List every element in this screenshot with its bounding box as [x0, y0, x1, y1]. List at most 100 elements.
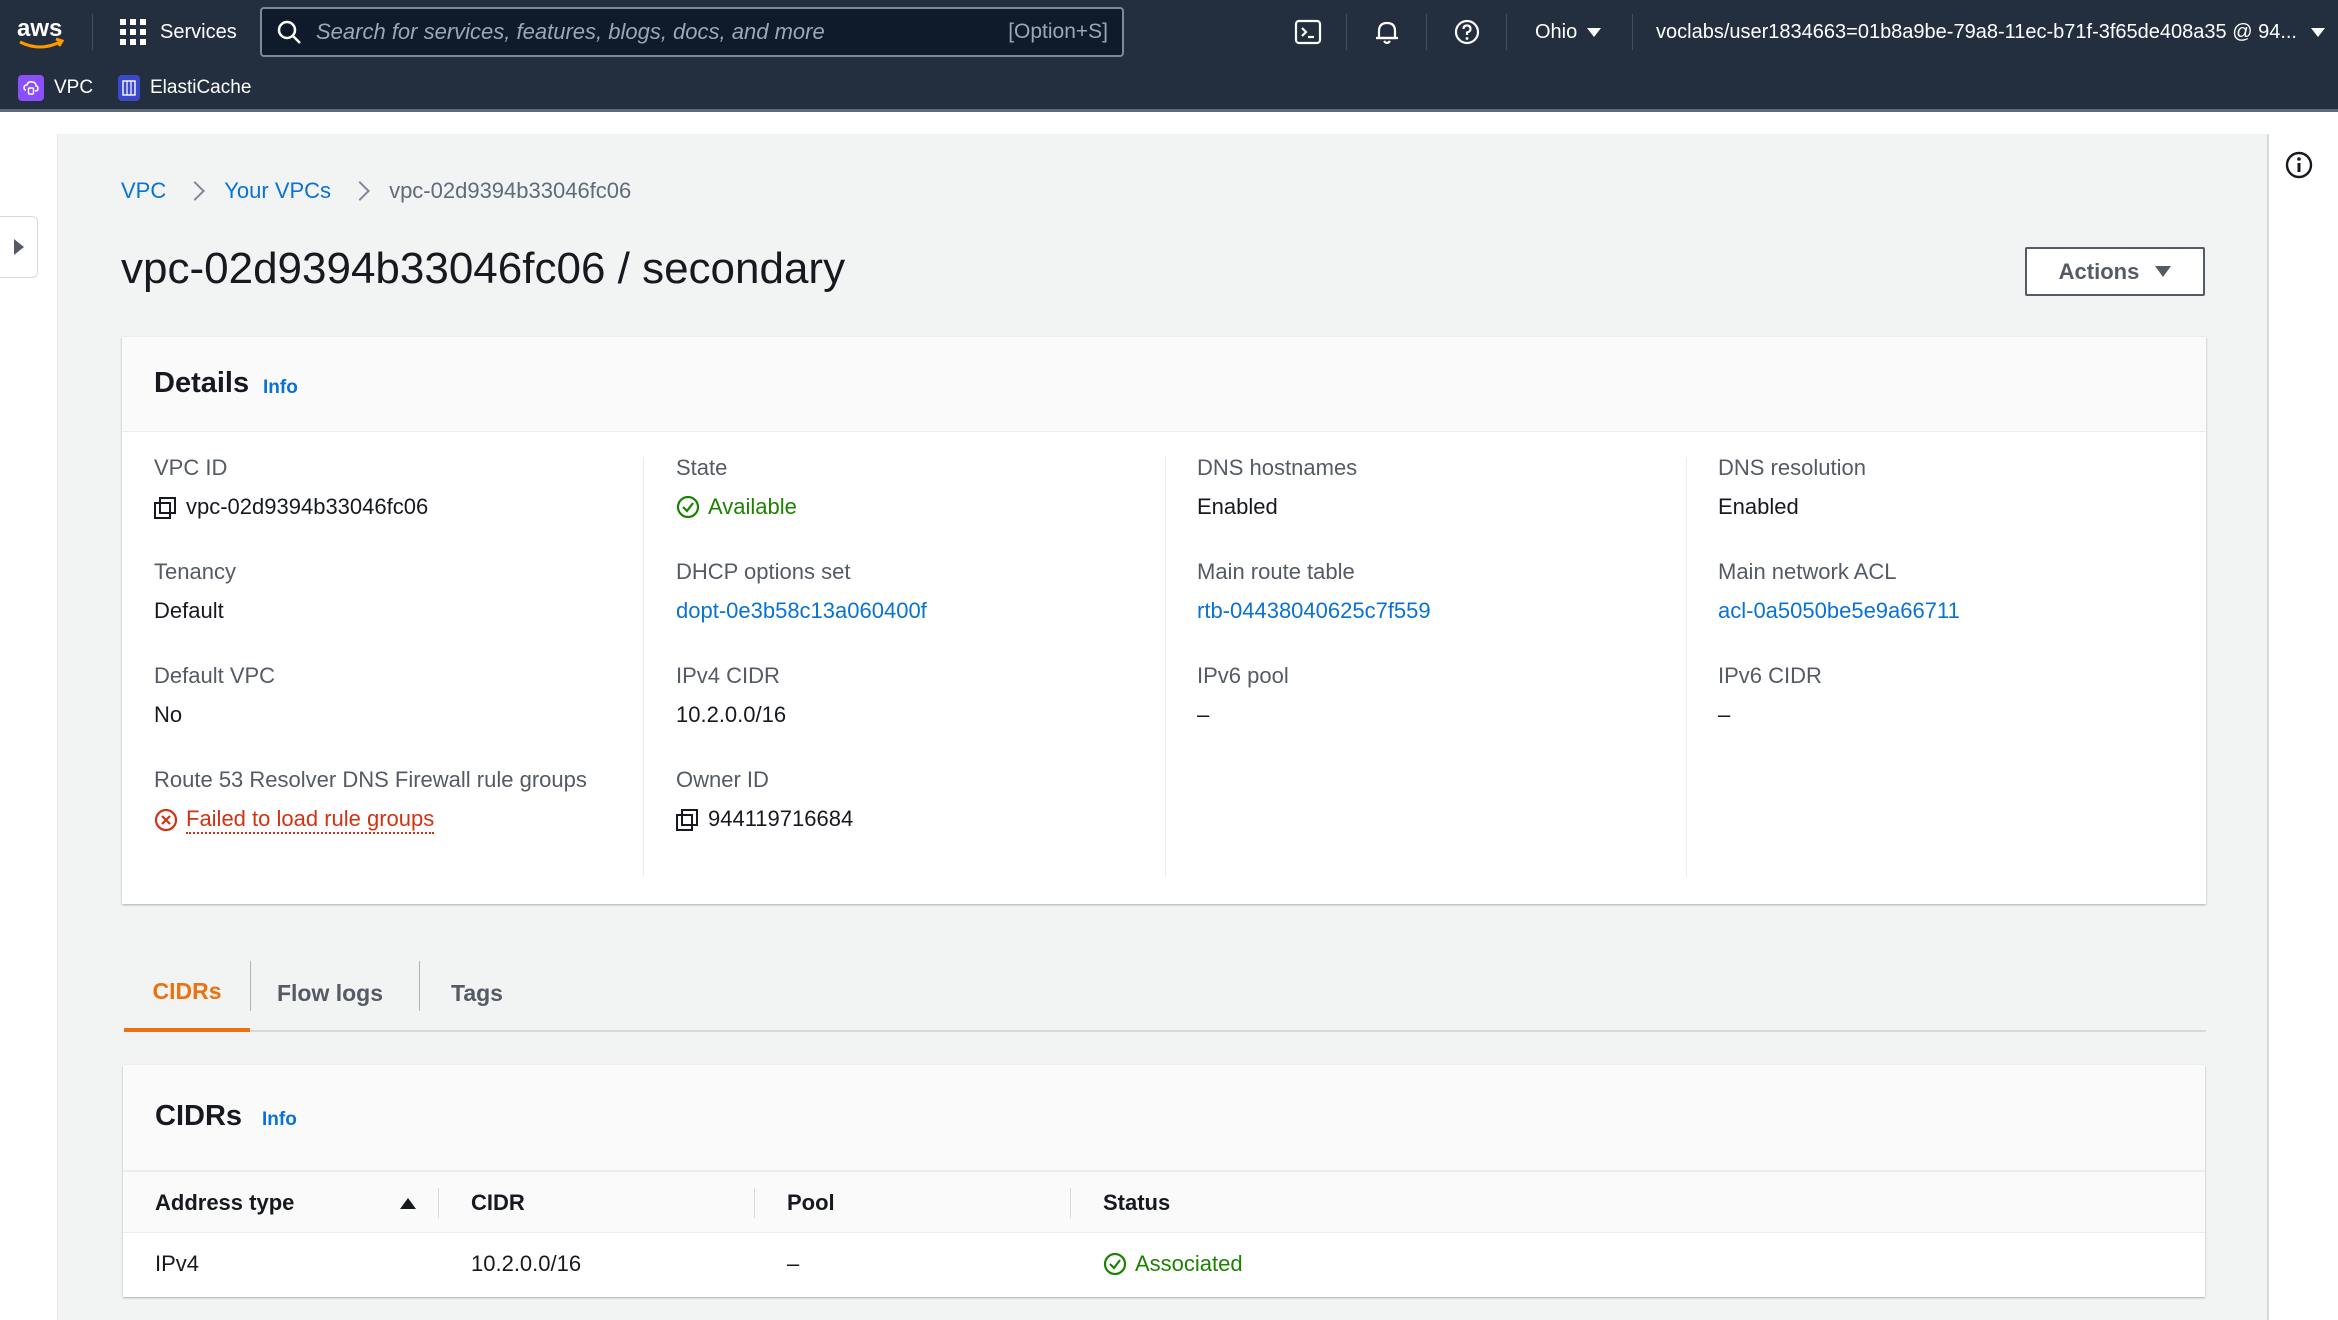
- status-value: Associated: [1135, 1251, 1243, 1276]
- dhcp-link[interactable]: dopt-0e3b58c13a060400f: [676, 598, 927, 624]
- state-value: Available: [708, 494, 797, 519]
- actions-button[interactable]: Actions: [2025, 247, 2205, 296]
- main-route-table-field: Main route table rtb-04438040625c7f559: [1197, 559, 1431, 624]
- side-navigation-toggle[interactable]: [0, 216, 38, 278]
- search-bar[interactable]: [Option+S]: [260, 7, 1124, 57]
- favorite-elasticache[interactable]: ElastiCache: [118, 74, 251, 102]
- bell-icon[interactable]: [1369, 14, 1405, 50]
- vpc-id-value-row: vpc-02d9394b33046fc06: [154, 494, 428, 520]
- ipv4-cidr-value: 10.2.0.0/16: [676, 702, 787, 727]
- nav-divider: [1346, 14, 1347, 50]
- breadcrumb-vpc[interactable]: VPC: [121, 178, 166, 204]
- details-column-3: DNS hostnames Enabled Main route table r…: [1165, 455, 1685, 875]
- ipv6-cidr-value: –: [1718, 702, 1731, 727]
- column-header-pool[interactable]: Pool: [787, 1172, 835, 1234]
- route53-label: Route 53 Resolver DNS Firewall rule grou…: [154, 767, 587, 792]
- cidrs-header: CIDRs Info: [123, 1065, 2205, 1171]
- owner-id-label: Owner ID: [676, 767, 769, 792]
- info-panel-icon[interactable]: [2284, 150, 2314, 180]
- caret-down-icon: [1587, 27, 1602, 37]
- cidrs-panel: CIDRs Info Address type CIDR Pool Status…: [123, 1065, 2205, 1297]
- main-network-acl-label: Main network ACL: [1718, 559, 1897, 584]
- account-menu[interactable]: voclabs/user1834663=01b8a9be-79a8-11ec-b…: [1656, 14, 2325, 50]
- details-column-4: DNS resolution Enabled Main network ACL …: [1686, 455, 2206, 875]
- nav-divider: [1506, 14, 1507, 50]
- route53-value-row[interactable]: Failed to load rule groups: [154, 806, 587, 834]
- tab-tags[interactable]: Tags: [419, 955, 535, 1032]
- tenancy-label: Tenancy: [154, 559, 236, 584]
- details-info-link[interactable]: Info: [263, 377, 298, 399]
- tab-flow-logs[interactable]: Flow logs: [250, 955, 410, 1032]
- state-value-row: Available: [676, 494, 797, 520]
- services-menu-button[interactable]: Services: [120, 14, 237, 50]
- dhcp-field: DHCP options set dopt-0e3b58c13a060400f: [676, 559, 927, 624]
- cloudshell-icon[interactable]: [1290, 14, 1326, 50]
- column-header-cidr[interactable]: CIDR: [471, 1172, 525, 1234]
- details-column-1: VPC ID vpc-02d9394b33046fc06 Tenancy Def…: [122, 455, 642, 875]
- dns-resolution-value: Enabled: [1718, 494, 1799, 519]
- vpc-id-field: VPC ID vpc-02d9394b33046fc06: [154, 455, 428, 520]
- details-title: Details: [154, 367, 250, 399]
- route53-field: Route 53 Resolver DNS Firewall rule grou…: [154, 767, 587, 834]
- owner-id-value-row: 944119716684: [676, 806, 853, 832]
- cell-cidr: 10.2.0.0/16: [471, 1251, 582, 1276]
- cell-status: Associated: [1103, 1233, 1243, 1295]
- favorite-label: VPC: [54, 77, 94, 98]
- search-input[interactable]: [316, 19, 1009, 45]
- main-network-acl-link[interactable]: acl-0a5050be5e9a66711: [1718, 598, 1960, 624]
- default-vpc-value: No: [154, 702, 183, 727]
- ipv6-pool-value: –: [1197, 702, 1210, 727]
- column-divider: [438, 1188, 439, 1218]
- caret-right-icon: [13, 239, 24, 255]
- favorite-vpc[interactable]: VPC: [18, 74, 93, 102]
- column-header-address-type[interactable]: Address type: [155, 1172, 435, 1234]
- svg-text:aws: aws: [17, 15, 62, 42]
- favorites-bar: VPC ElastiCache: [0, 64, 2338, 112]
- check-circle-icon: [676, 495, 700, 519]
- sort-ascending-icon: [400, 1197, 416, 1209]
- search-icon: [277, 20, 301, 44]
- column-divider: [754, 1188, 755, 1218]
- nav-divider: [1426, 14, 1427, 50]
- ipv6-pool-field: IPv6 pool –: [1197, 663, 1289, 728]
- main-network-acl-field: Main network ACL acl-0a5050be5e9a66711: [1718, 559, 1960, 624]
- details-panel: Details Info VPC ID vpc-02d9394b33046fc0…: [122, 337, 2206, 904]
- actions-label: Actions: [2058, 258, 2140, 284]
- ipv6-pool-label: IPv6 pool: [1197, 663, 1289, 688]
- page-title: vpc-02d9394b33046fc06 / secondary: [121, 244, 846, 293]
- ipv4-cidr-field: IPv4 CIDR 10.2.0.0/16: [676, 663, 786, 728]
- ipv4-cidr-label: IPv4 CIDR: [676, 663, 780, 688]
- main-route-table-label: Main route table: [1197, 559, 1355, 584]
- breadcrumb-your-vpcs[interactable]: Your VPCs: [224, 178, 331, 204]
- column-label: Address type: [155, 1190, 295, 1215]
- copy-icon[interactable]: [154, 497, 176, 519]
- cell-pool: –: [787, 1251, 800, 1276]
- details-header: Details Info: [122, 337, 2206, 432]
- nav-divider: [92, 14, 93, 50]
- caret-down-icon: [2155, 266, 2172, 277]
- top-navigation: aws Services [Option+S]: [0, 0, 2338, 64]
- owner-id-field: Owner ID 944119716684: [676, 767, 853, 832]
- tab-cidrs[interactable]: CIDRs: [124, 955, 250, 1032]
- dns-hostnames-label: DNS hostnames: [1197, 455, 1358, 480]
- account-label: voclabs/user1834663=01b8a9be-79a8-11ec-b…: [1656, 20, 2297, 43]
- column-header-status[interactable]: Status: [1103, 1172, 1170, 1234]
- region-selector[interactable]: Ohio: [1535, 14, 1602, 50]
- chevron-right-icon: [350, 181, 370, 201]
- services-label: Services: [160, 20, 237, 43]
- dns-resolution-field: DNS resolution Enabled: [1718, 455, 1866, 520]
- copy-icon[interactable]: [676, 809, 698, 831]
- aws-logo[interactable]: aws: [16, 12, 68, 52]
- table-header: Address type CIDR Pool Status: [123, 1171, 2205, 1233]
- dns-hostnames-field: DNS hostnames Enabled: [1197, 455, 1357, 520]
- tab-list: CIDRs Flow logs Tags: [124, 955, 2206, 1032]
- cidrs-info-link[interactable]: Info: [262, 1109, 297, 1131]
- main-route-table-link[interactable]: rtb-04438040625c7f559: [1197, 598, 1431, 624]
- route53-value: Failed to load rule groups: [186, 806, 435, 834]
- help-icon[interactable]: [1449, 14, 1485, 50]
- region-label: Ohio: [1535, 20, 1578, 43]
- owner-id-value: 944119716684: [708, 806, 854, 831]
- nav-divider: [1632, 14, 1633, 50]
- breadcrumb: VPC Your VPCs vpc-02d9394b33046fc06: [121, 178, 631, 204]
- details-column-2: State Available DHCP options set dopt-0e…: [644, 455, 1164, 875]
